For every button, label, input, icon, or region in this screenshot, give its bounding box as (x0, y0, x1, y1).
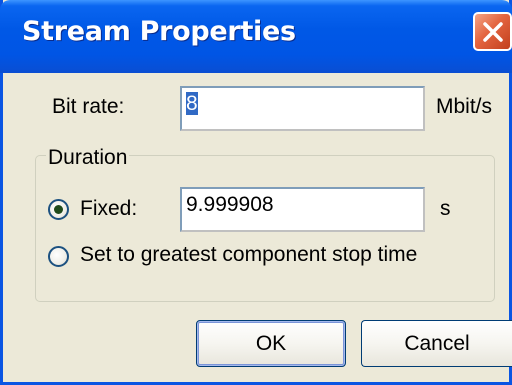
cancel-button-label: Cancel (404, 332, 470, 355)
bit-rate-unit: Mbit/s (436, 95, 493, 118)
ok-button[interactable]: OK (196, 320, 346, 367)
title-bar[interactable]: Stream Properties (0, 0, 512, 73)
close-icon (483, 22, 503, 42)
fixed-duration-unit: s (440, 197, 451, 220)
fixed-duration-input[interactable]: 9.999908 (180, 187, 425, 232)
greatest-stop-time-radio[interactable] (48, 246, 69, 267)
radio-selected-dot (54, 205, 63, 214)
ok-button-label: OK (255, 332, 287, 355)
close-button[interactable] (473, 12, 512, 51)
duration-group-label: Duration (46, 146, 130, 170)
greatest-stop-time-label[interactable]: Set to greatest component stop time (80, 243, 417, 267)
bit-rate-label: Bit rate: (52, 95, 125, 118)
bit-rate-value: 8 (186, 92, 198, 115)
fixed-radio[interactable] (48, 199, 69, 220)
bit-rate-input[interactable]: 8 (180, 86, 425, 131)
cancel-button[interactable]: Cancel (361, 320, 512, 367)
fixed-label[interactable]: Fixed: (80, 197, 137, 221)
dialog-title: Stream Properties (22, 16, 296, 47)
